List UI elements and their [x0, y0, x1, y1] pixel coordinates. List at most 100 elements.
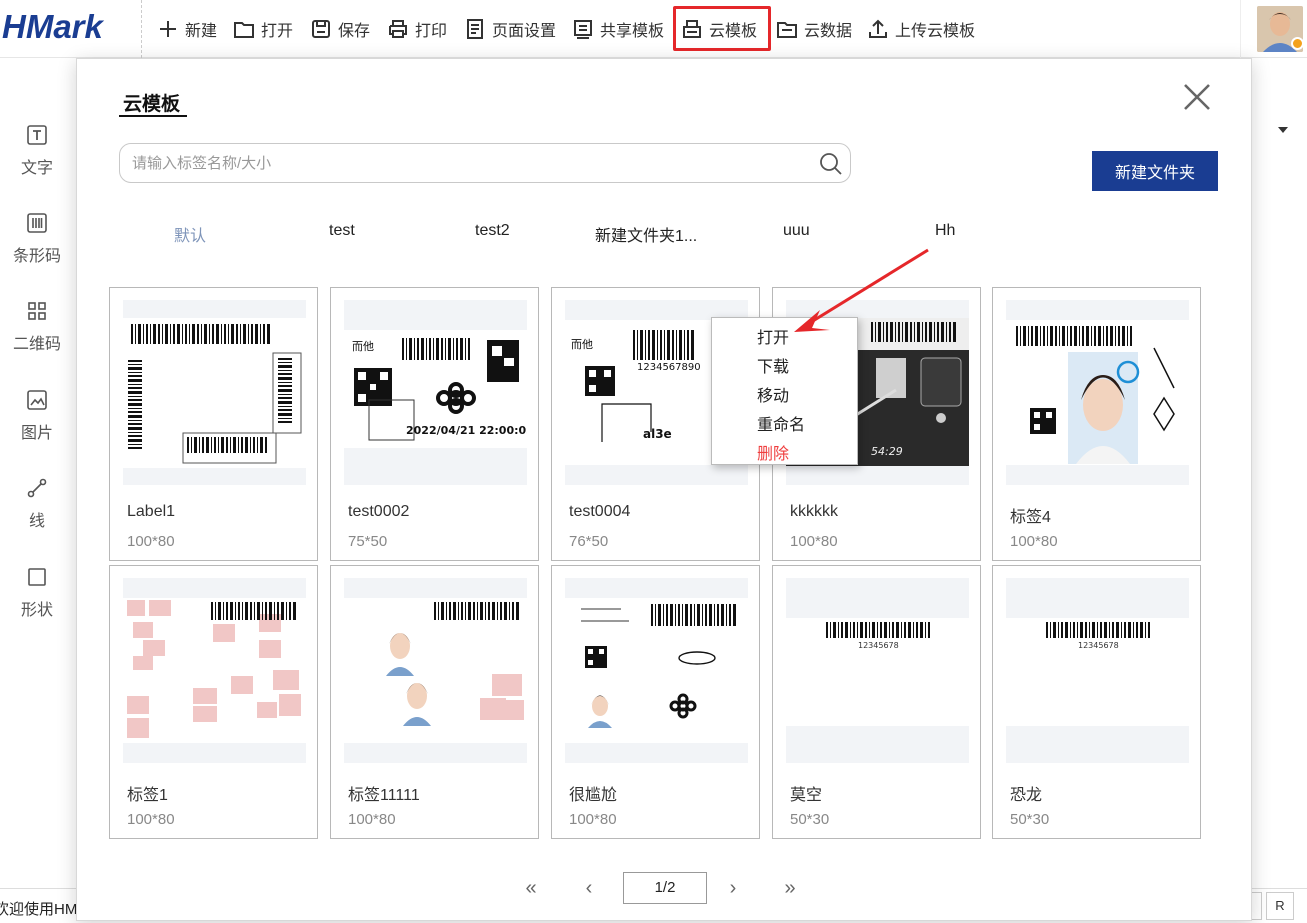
template-card[interactable]: Label1 100*80 [109, 287, 318, 561]
label-preview-image: 12345678 [786, 618, 969, 726]
thumb-text: 而他 [571, 338, 593, 351]
shared-template-icon [574, 20, 592, 39]
save-button-label: 保存 [338, 23, 371, 40]
left-sidebar: 文字 条形码 二维码 图片 线 形状 [0, 58, 74, 888]
next-page-button[interactable]: › [721, 877, 745, 900]
template-size: 100*80 [127, 533, 175, 550]
template-thumbnail: 而他 2022/04/21 22:00:05 [344, 300, 527, 485]
sidebar-item-barcode[interactable]: 条形码 [0, 212, 74, 266]
logo-divider [141, 0, 142, 58]
label-preview-image [565, 598, 748, 743]
avatar-badge [1291, 37, 1303, 50]
label-preview-image [344, 598, 527, 743]
open-button[interactable]: 打开 [233, 15, 293, 43]
template-thumbnail [1006, 300, 1189, 485]
label-preview-image: 而他 2022/04/21 22:00:05 [344, 330, 527, 448]
template-name: 标签1 [127, 787, 168, 804]
caret-down-icon[interactable] [1278, 127, 1288, 133]
print-button-label: 打印 [415, 23, 448, 40]
upload-template-button[interactable]: 上传云模板 [867, 15, 975, 43]
thumb-code: 12345678 [858, 641, 899, 650]
sidebar-item-shape[interactable]: 形状 [0, 566, 74, 620]
tab-new-folder-1[interactable]: 新建文件夹1... [595, 222, 697, 246]
close-icon[interactable] [1181, 81, 1213, 113]
shared-template-button-label: 共享模板 [600, 23, 665, 40]
template-card[interactable]: 标签11111 100*80 [330, 565, 539, 839]
tab-test2[interactable]: test2 [475, 222, 510, 240]
label-preview-image: 12345678 [1006, 618, 1189, 726]
template-card[interactable]: 12345678 恐龙 50*30 [992, 565, 1201, 839]
sidebar-item-label: 文字 [20, 160, 53, 177]
thumb-code: 12345678 [1078, 641, 1119, 650]
last-page-button[interactable]: » [778, 877, 802, 900]
new-button[interactable]: 新建 [157, 15, 217, 43]
status-text: 欢迎使用HM [0, 901, 78, 918]
save-button[interactable]: 保存 [310, 15, 370, 43]
status-button-r[interactable]: R [1266, 892, 1294, 920]
page-setup-button-label: 页面设置 [492, 23, 557, 40]
menu-item-rename[interactable]: 重命名 [757, 411, 805, 435]
template-thumbnail [123, 300, 306, 485]
line-icon [27, 478, 47, 498]
label-preview-image [1006, 320, 1189, 465]
template-thumbnail [123, 578, 306, 763]
template-size: 100*80 [1010, 533, 1058, 550]
sidebar-item-image[interactable]: 图片 [0, 389, 74, 443]
tab-test[interactable]: test [329, 222, 355, 240]
sidebar-item-label: 形状 [20, 602, 53, 619]
upload-icon [869, 19, 887, 38]
menu-item-move[interactable]: 移动 [757, 382, 789, 406]
plus-icon [160, 21, 176, 37]
page-indicator[interactable]: 1/2 [623, 872, 707, 904]
cloud-data-button[interactable]: 云数据 [776, 15, 852, 43]
app-logo: HMark [2, 8, 103, 45]
first-page-button[interactable]: « [519, 877, 543, 900]
tab-hh[interactable]: Hh [935, 222, 955, 240]
thumb-code: 1234567890 [637, 362, 701, 373]
cloud-data-button-label: 云数据 [804, 23, 853, 40]
tab-default[interactable]: 默认 [174, 222, 206, 246]
dialog-title: 云模板 [123, 94, 181, 115]
user-avatar[interactable] [1257, 6, 1303, 52]
menu-item-delete[interactable]: 删除 [757, 440, 789, 464]
page-setup-button[interactable]: 页面设置 [464, 15, 556, 43]
template-size: 50*30 [790, 811, 830, 828]
tab-uuu[interactable]: uuu [783, 222, 810, 240]
search-input[interactable] [132, 144, 812, 182]
thumb-text: 而他 [352, 340, 374, 353]
template-thumbnail [565, 578, 748, 763]
new-folder-button[interactable]: 新建文件夹 [1092, 151, 1218, 191]
open-button-label: 打开 [261, 23, 294, 40]
sidebar-item-line[interactable]: 线 [0, 477, 74, 531]
sidebar-item-qrcode[interactable]: 二维码 [0, 300, 74, 354]
template-thumbnail: 12345678 [786, 578, 969, 763]
thumb-time: 54:29 [871, 445, 903, 458]
label-preview-image [123, 318, 306, 468]
template-name: Label1 [127, 503, 176, 520]
thumb-date: 2022/04/21 22:00:05 [406, 424, 527, 437]
sidebar-item-text[interactable]: 文字 [0, 124, 74, 178]
save-icon [312, 20, 330, 38]
template-card[interactable]: 很尴尬 100*80 [551, 565, 760, 839]
top-toolbar: HMark 新建 打开 保存 打印 页面设置 共享模板 云模板 云数据 上传云模… [0, 0, 1307, 58]
text-icon [27, 125, 47, 145]
template-card[interactable]: 12345678 莫空 50*30 [772, 565, 981, 839]
template-name: 标签11111 [348, 787, 420, 804]
cloud-data-icon [777, 22, 797, 38]
template-card[interactable]: 标签4 100*80 [992, 287, 1201, 561]
template-card[interactable]: 标签1 100*80 [109, 565, 318, 839]
annotation-arrow-icon [794, 248, 929, 332]
template-size: 75*50 [348, 533, 388, 550]
prev-page-button[interactable]: ‹ [577, 877, 601, 900]
thumb-label: al3e [643, 427, 672, 441]
template-name: 很尴尬 [569, 787, 618, 804]
menu-item-download[interactable]: 下载 [757, 353, 789, 377]
upload-template-button-label: 上传云模板 [895, 23, 976, 40]
search-icon[interactable] [818, 151, 844, 177]
folder-icon [234, 22, 254, 38]
template-card[interactable]: 而他 2022/04/21 22:00:05 test0002 75*50 [330, 287, 539, 561]
image-icon [27, 390, 47, 410]
shared-template-button[interactable]: 共享模板 [572, 15, 664, 43]
print-button[interactable]: 打印 [387, 15, 447, 43]
qrcode-icon [28, 302, 46, 320]
